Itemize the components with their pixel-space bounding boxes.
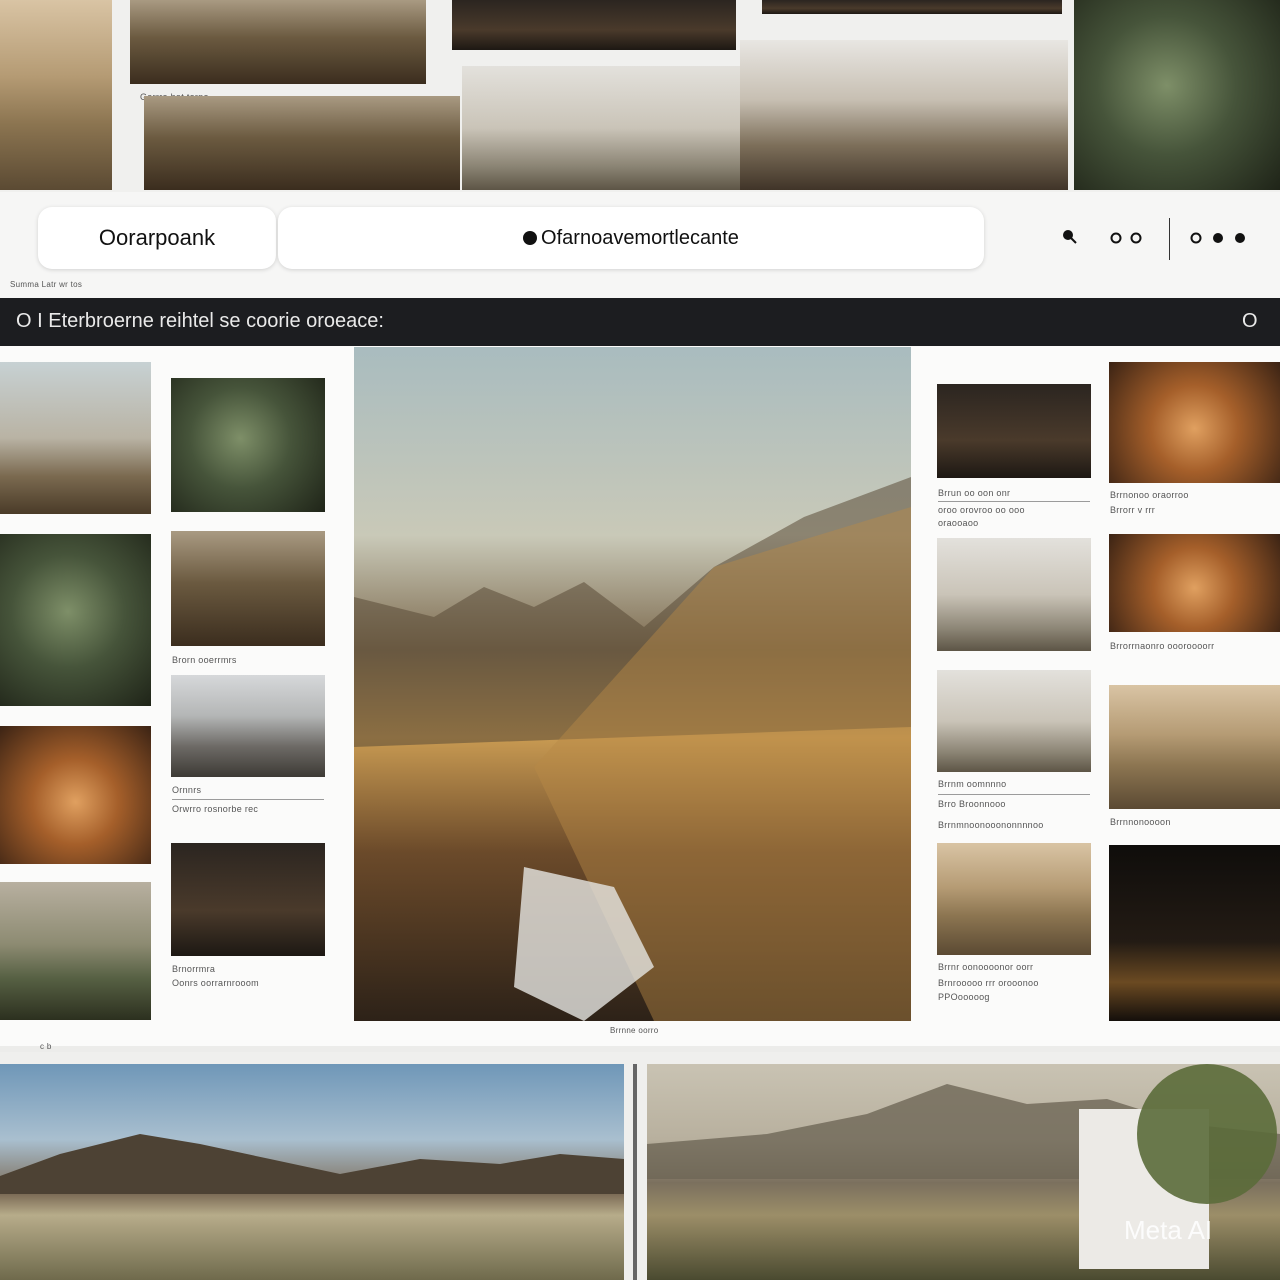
right-3-title: Brrorrnaonro oooroooorr (1110, 641, 1215, 651)
banner-title: O I Eterbroerne reihtel se coorie oroeac… (16, 310, 384, 332)
info-icon[interactable]: O (1242, 310, 1258, 333)
search-icon[interactable] (1062, 229, 1078, 245)
more-icon[interactable] (1190, 231, 1250, 245)
brand-label: Oorarpoank (98, 225, 216, 250)
search-dot-icon (523, 231, 538, 245)
left-3-rule (172, 799, 324, 800)
gallery-photo-pillar[interactable] (937, 384, 1091, 478)
right-4-rule (938, 794, 1090, 795)
right-1-sub: oroo orovroo oo ooo (938, 505, 1025, 515)
right-6-sub2: PPOooooog (938, 992, 990, 1002)
top-photo-grass[interactable] (0, 0, 112, 190)
gallery-photo-hills[interactable] (0, 882, 151, 1020)
gallery-photo-snow[interactable] (171, 675, 325, 777)
top-photo-trees[interactable] (462, 66, 740, 190)
bottom-divider (633, 1064, 637, 1280)
top-photo-3[interactable] (452, 0, 736, 50)
gallery-photo-foliage[interactable] (171, 378, 325, 512)
right-2-title: Brrnonoo oraorroo (1110, 490, 1189, 500)
left-3-sub: Orwrro rosnorbe rec (172, 804, 259, 814)
bottom-photo-meadow[interactable] (0, 1064, 624, 1280)
left-3-title: Ornnrs (172, 785, 202, 795)
gallery-photo-sunset-field[interactable] (1109, 685, 1280, 809)
gallery-photo-night[interactable] (1109, 845, 1280, 1021)
right-6-title: Brrnr oonoooonor oorr (938, 962, 1034, 972)
top-photo-4[interactable] (762, 0, 1062, 14)
top-photo-road[interactable] (740, 40, 1068, 190)
toolbar-sub-link[interactable]: Summa Latr wr tos (10, 280, 82, 289)
toggle-icon[interactable] (1110, 231, 1146, 245)
toolbar-divider (1169, 218, 1170, 260)
gallery-photo-birch[interactable] (937, 538, 1091, 651)
gallery-photo-orange-tree[interactable] (1109, 362, 1280, 483)
search-pill[interactable]: Ofarnoavemortlecante (278, 207, 984, 269)
gallery-photo-slope[interactable] (171, 843, 325, 956)
bottom-photo-plain[interactable] (647, 1064, 1280, 1280)
right-1-sub2: oraooaoo (938, 518, 979, 528)
gallery-photo-cave[interactable] (0, 534, 151, 706)
right-5-title: Brrnnonoooon (1110, 817, 1171, 827)
top-photo-tree[interactable] (1074, 0, 1280, 190)
right-4-sub2: Brrnmnoonooononnnnoo (938, 820, 1044, 830)
right-4-title: Brrnm oomnnno (938, 779, 1007, 789)
gallery-photo-autumn[interactable] (0, 726, 151, 864)
gallery-photo-ridge[interactable] (171, 531, 325, 646)
watermark: Meta AI (1124, 1215, 1213, 1245)
right-4-sub: Brro Broonnooo (938, 799, 1006, 809)
banner: O I Eterbroerne reihtel se coorie oroeac… (0, 298, 1280, 346)
left-2-title: Brorn ooerrmrs (172, 655, 237, 665)
gallery-photo-desert[interactable] (0, 362, 151, 514)
gallery-hero-photo[interactable] (354, 347, 911, 1021)
top-photo-2[interactable] (144, 96, 460, 190)
brand-pill[interactable]: Oorarpoank (38, 207, 276, 269)
gallery-photo-plain[interactable] (937, 843, 1091, 955)
left-4-sub: Oonrs oorrarnrooom (172, 978, 259, 988)
search-field: Ofarnoavemortlecante (541, 226, 739, 249)
left-4-title: Brnorrmra (172, 964, 216, 974)
right-2-sub: Brrorr v rrr (1110, 505, 1156, 515)
gallery-foot-note: c b (40, 1042, 52, 1051)
gallery-photo-burst[interactable] (1109, 534, 1280, 632)
right-1-title: Brrun oo oon onr (938, 488, 1011, 498)
right-6-sub: Brnrooooo rrr orooonoo (938, 978, 1039, 988)
hero-caption: Brrnne oorro (610, 1026, 659, 1035)
gallery-photo-bare-trees[interactable] (937, 670, 1091, 772)
right-1-rule (938, 501, 1090, 502)
top-photo-1[interactable] (130, 0, 426, 84)
